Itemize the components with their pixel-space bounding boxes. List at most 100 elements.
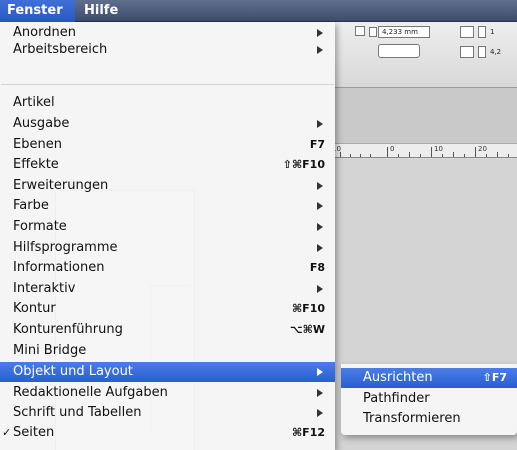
fenster-menu: Anordnen Arbeitsbereich Artikel Ausgabe … [0, 22, 335, 450]
submenu-arrow-icon [317, 120, 323, 128]
menu-item-label: Farbe [13, 198, 49, 213]
submenu-item-shortcut: ⇧F7 [482, 371, 507, 384]
stepper-icon[interactable] [369, 27, 377, 37]
gutter-value: 4,2 [490, 48, 502, 56]
menu-item-farbe[interactable]: Farbe [0, 197, 335, 214]
menu-item-shortcut: ⇧⌘F10 [282, 158, 325, 171]
ruler-tick [464, 154, 465, 157]
menu-item-effekte[interactable]: Effekte ⇧⌘F10 [0, 156, 335, 173]
menu-item-label: Mini Bridge [13, 343, 87, 358]
document-tab-bar [330, 88, 517, 144]
menu-bar: Fenster Hilfe [0, 0, 517, 22]
menu-item-label: Seiten [13, 425, 55, 440]
submenu-arrow-icon [317, 202, 323, 210]
submenu-item-ausrichten[interactable]: Ausrichten ⇧F7 [341, 368, 517, 388]
ruler-tick [398, 154, 399, 157]
menu-item-shortcut: ⌘F12 [291, 426, 325, 439]
ruler-tick [409, 152, 410, 157]
submenu-arrow-icon [317, 29, 323, 37]
ruler-tick [387, 147, 388, 157]
checkmark-icon: ✓ [2, 426, 12, 439]
ruler-label: 0 [390, 145, 395, 153]
menu-item-label: Redaktionelle Aufgaben [13, 385, 168, 400]
menu-item-label: Anordnen [13, 25, 76, 40]
menu-item-label: Kontur [13, 301, 56, 316]
submenu-arrow-icon [317, 389, 323, 397]
menu-item-label: Erweiterungen [13, 178, 109, 193]
menu-item-seiten[interactable]: ✓ Seiten ⌘F12 [0, 424, 335, 441]
menu-item-label: Schrift und Tabellen [13, 405, 142, 420]
gutter-stepper[interactable] [478, 46, 486, 58]
ruler-label: 20 [478, 145, 487, 153]
menu-item-label: Arbeitsbereich [13, 42, 108, 57]
menu-item-anordnen[interactable]: Anordnen [0, 24, 335, 41]
menu-item-formate[interactable]: Formate [0, 218, 335, 235]
ruler-tick [508, 154, 509, 157]
submenu-arrow-icon [317, 409, 323, 417]
menu-item-shortcut: F8 [309, 261, 325, 274]
menu-item-interaktiv[interactable]: Interaktiv [0, 280, 335, 297]
ruler-tick [350, 154, 351, 157]
menu-item-redaktionelle-aufgaben[interactable]: Redaktionelle Aufgaben [0, 384, 335, 401]
submenu-arrow-icon [317, 223, 323, 231]
submenu-item-label: Ausrichten [363, 370, 433, 385]
submenu-arrow-icon [317, 182, 323, 190]
submenu-item-pathfinder[interactable]: Pathfinder [341, 389, 517, 409]
menu-item-hilfsprogramme[interactable]: Hilfsprogramme [0, 239, 335, 256]
menu-item-ausgabe[interactable]: Ausgabe [0, 115, 335, 132]
menu-item-label: Interaktiv [13, 281, 76, 296]
ruler-tick [442, 154, 443, 157]
objekt-und-layout-submenu: Ausrichten ⇧F7 Pathfinder Transformieren [341, 364, 517, 435]
menu-item-label: Ausgabe [13, 116, 70, 131]
control-panel: 4,233 mm 1 4,2 [330, 22, 517, 88]
menu-item-shortcut: F7 [309, 138, 325, 151]
menu-item-label: Hilfsprogramme [13, 240, 118, 255]
columns-stepper[interactable] [478, 26, 486, 38]
menu-item-ebenen[interactable]: Ebenen F7 [0, 136, 335, 153]
ruler-tick [475, 147, 476, 157]
columns-icon [460, 26, 474, 38]
submenu-arrow-icon [317, 46, 323, 54]
ruler-label: 10 [434, 145, 443, 153]
ruler-tick [340, 152, 341, 157]
menu-item-objekt-und-layout[interactable]: Objekt und Layout [0, 362, 335, 382]
ruler-tick [370, 154, 371, 157]
ruler-tick [497, 152, 498, 157]
menu-item-label: Ebenen [13, 137, 62, 152]
menu-item-label: Effekte [13, 157, 59, 172]
submenu-arrow-icon [317, 244, 323, 252]
menu-item-konturenfuehrung[interactable]: Konturenführung ⌥⌘W [0, 321, 335, 338]
stroke-type-dropdown[interactable] [378, 44, 420, 58]
stroke-weight-icon[interactable] [355, 26, 365, 36]
menu-item-kontur[interactable]: Kontur ⌘F10 [0, 300, 335, 317]
ruler-tick [420, 154, 421, 157]
submenu-arrow-icon [317, 368, 323, 376]
menu-separator [1, 84, 334, 85]
submenu-item-label: Transformieren [363, 411, 461, 426]
menu-item-shortcut: ⌥⌘W [289, 323, 325, 336]
ruler-tick [360, 154, 361, 157]
columns-value: 1 [490, 28, 495, 36]
menu-item-artikel[interactable]: Artikel [0, 94, 335, 111]
ruler-tick [431, 147, 432, 157]
menu-item-arbeitsbereich[interactable]: Arbeitsbereich [0, 41, 335, 58]
menu-item-schrift-und-tabellen[interactable]: Schrift und Tabellen [0, 404, 335, 421]
menu-item-label: Informationen [13, 260, 105, 275]
stroke-weight-value: 4,233 mm [382, 28, 418, 36]
menu-fenster[interactable]: Fenster [0, 0, 75, 22]
menu-item-informationen[interactable]: Informationen F8 [0, 259, 335, 276]
menu-hilfe[interactable]: Hilfe [84, 3, 118, 18]
submenu-arrow-icon [317, 285, 323, 293]
submenu-item-label: Pathfinder [363, 391, 430, 406]
stroke-weight-field[interactable]: 4,233 mm [378, 26, 430, 38]
menu-item-label: Formate [13, 219, 67, 234]
menu-item-label: Artikel [13, 95, 55, 110]
gutter-icon [460, 46, 474, 58]
horizontal-ruler: 10 0 10 20 [330, 144, 517, 158]
menu-item-mini-bridge[interactable]: Mini Bridge [0, 342, 335, 359]
ruler-tick [486, 154, 487, 157]
menu-item-shortcut: ⌘F10 [291, 302, 325, 315]
menu-item-erweiterungen[interactable]: Erweiterungen [0, 177, 335, 194]
menu-item-label: Konturenführung [13, 322, 123, 337]
submenu-item-transformieren[interactable]: Transformieren [341, 409, 517, 429]
